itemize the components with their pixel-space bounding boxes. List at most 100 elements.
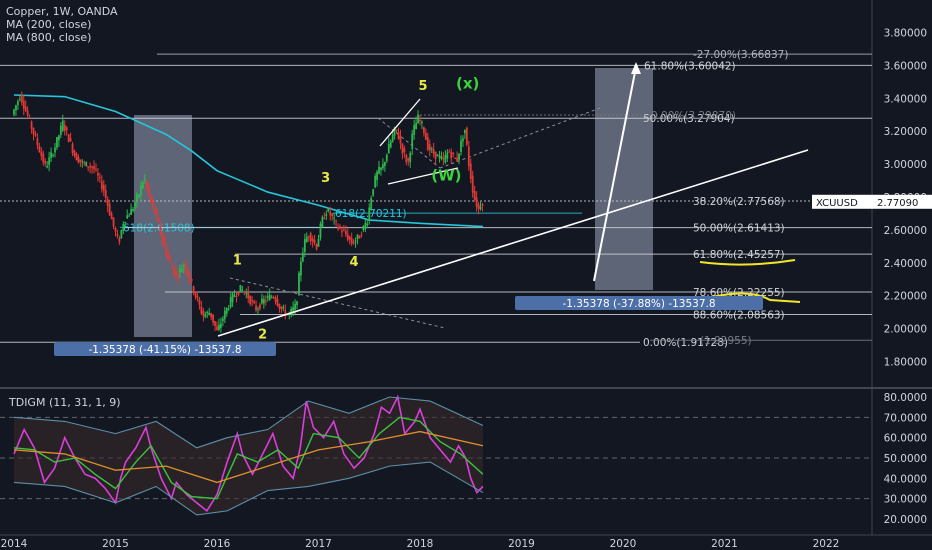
candle-body [212, 314, 214, 323]
candle-body [17, 101, 19, 105]
candle-body [282, 307, 285, 309]
candle-body [159, 223, 162, 234]
candle-body [467, 146, 470, 167]
fib-level-label: 0.00%(3.29870) [651, 110, 736, 122]
oscillator-legend[interactable]: TDIGM (11, 31, 1, 9) [9, 396, 121, 409]
candle-body [167, 253, 170, 259]
candle-body [458, 153, 460, 160]
candle-body [13, 109, 15, 115]
candle-body [385, 154, 388, 161]
candle-body [399, 136, 402, 144]
fib-level-label: 618(2.61508) [123, 222, 195, 234]
time-axis[interactable]: 2014 2015 2016 2017 2018 2019 2020 2021 2022 [1, 538, 840, 550]
osc-tick-label: 80.0000 [884, 392, 927, 404]
candle-body [63, 124, 66, 131]
price-tick-label: 2.20000 [884, 291, 927, 303]
candle-body [221, 318, 224, 322]
osc-tick-label: 30.0000 [884, 494, 927, 506]
candle-body [227, 308, 230, 310]
candle-body [344, 230, 347, 235]
fib-level-label: 88.60%(2.08563) [693, 310, 785, 322]
candle-body [177, 276, 179, 278]
candle-body [237, 292, 240, 295]
candle-body [136, 194, 138, 202]
candle-body [171, 266, 174, 268]
candle-body [475, 197, 478, 207]
price-tick-label: 3.60000 [884, 60, 927, 72]
candle-body [329, 212, 332, 216]
time-tick-label: 2015 [102, 538, 129, 550]
candle-body [430, 148, 433, 150]
candle-body [301, 252, 304, 262]
candle-body [325, 214, 328, 216]
candle-body [259, 304, 261, 309]
candle-body [71, 143, 74, 153]
candle-body [268, 295, 271, 301]
candle-body [65, 127, 68, 131]
candle-body [333, 217, 336, 219]
candle-body [380, 167, 382, 170]
candle-body [321, 216, 324, 227]
candle-body [358, 236, 361, 239]
candle-body [91, 166, 93, 168]
candle-body [364, 223, 367, 229]
measure-label: -1.35378 (-37.88%) -13537.8 [562, 298, 715, 310]
candle-body [450, 152, 453, 159]
candle-body [188, 274, 191, 282]
fib-level-label: 61.80%(3.60042) [644, 60, 736, 72]
time-tick-label: 2016 [204, 538, 231, 550]
candle-body [241, 289, 244, 291]
candle-body [372, 189, 375, 196]
candle-body [81, 161, 84, 163]
fib-level-label: (1.92955) [700, 335, 752, 347]
time-tick-label: 2021 [711, 538, 738, 550]
candle-body [421, 121, 423, 124]
candle-body [471, 175, 474, 193]
candle-body [395, 129, 398, 131]
candle-body [206, 311, 209, 314]
candle-body [296, 301, 298, 306]
price-tick-label: 2.60000 [884, 225, 927, 237]
candle-body [36, 138, 39, 146]
candle-body [374, 176, 377, 188]
candle-body [67, 134, 70, 143]
candle-body [126, 215, 129, 219]
candle-body [389, 141, 392, 148]
candle-body [350, 238, 353, 244]
candle-body [235, 296, 238, 298]
candle-body [405, 155, 408, 163]
price-tick-label: 1.80000 [884, 357, 927, 369]
candle-body [26, 110, 29, 116]
candle-body [124, 222, 127, 224]
candle-body [307, 236, 310, 238]
candle-body [93, 166, 95, 170]
candle-body [270, 297, 273, 299]
candle-body [266, 296, 269, 298]
candle-body [87, 166, 90, 168]
wave-label: 2 [258, 327, 267, 342]
chart-area[interactable]: -27.00%(3.66837)61.80%(3.60042)50.00%(3.… [0, 0, 932, 550]
fib-level-label: 61.80%(2.45257) [693, 249, 785, 261]
candle-body [97, 173, 99, 176]
candle-body [378, 166, 380, 174]
candle-body [20, 95, 23, 103]
candle-body [15, 105, 17, 111]
ma200-legend[interactable]: MA (200, close) [6, 18, 91, 31]
time-tick-label: 2019 [508, 538, 535, 550]
ma800-legend[interactable]: MA (800, close) [6, 31, 91, 44]
candle-body [169, 258, 172, 263]
candle-body [317, 238, 320, 247]
candle-body [153, 206, 156, 214]
candle-body [38, 145, 41, 153]
candle-body [342, 229, 345, 231]
candle-body [409, 152, 412, 163]
measure-label: -1.35378 (-41.15%) -13537.8 [88, 344, 241, 356]
candle-body [194, 291, 197, 297]
wave-label: 5 [419, 79, 428, 94]
fib-level-label: 38.20%(2.77568) [693, 196, 785, 208]
candle-body [426, 136, 429, 150]
candle-body [202, 310, 205, 316]
candle-body [139, 185, 142, 196]
candle-body [130, 209, 133, 215]
candle-body [61, 120, 64, 131]
